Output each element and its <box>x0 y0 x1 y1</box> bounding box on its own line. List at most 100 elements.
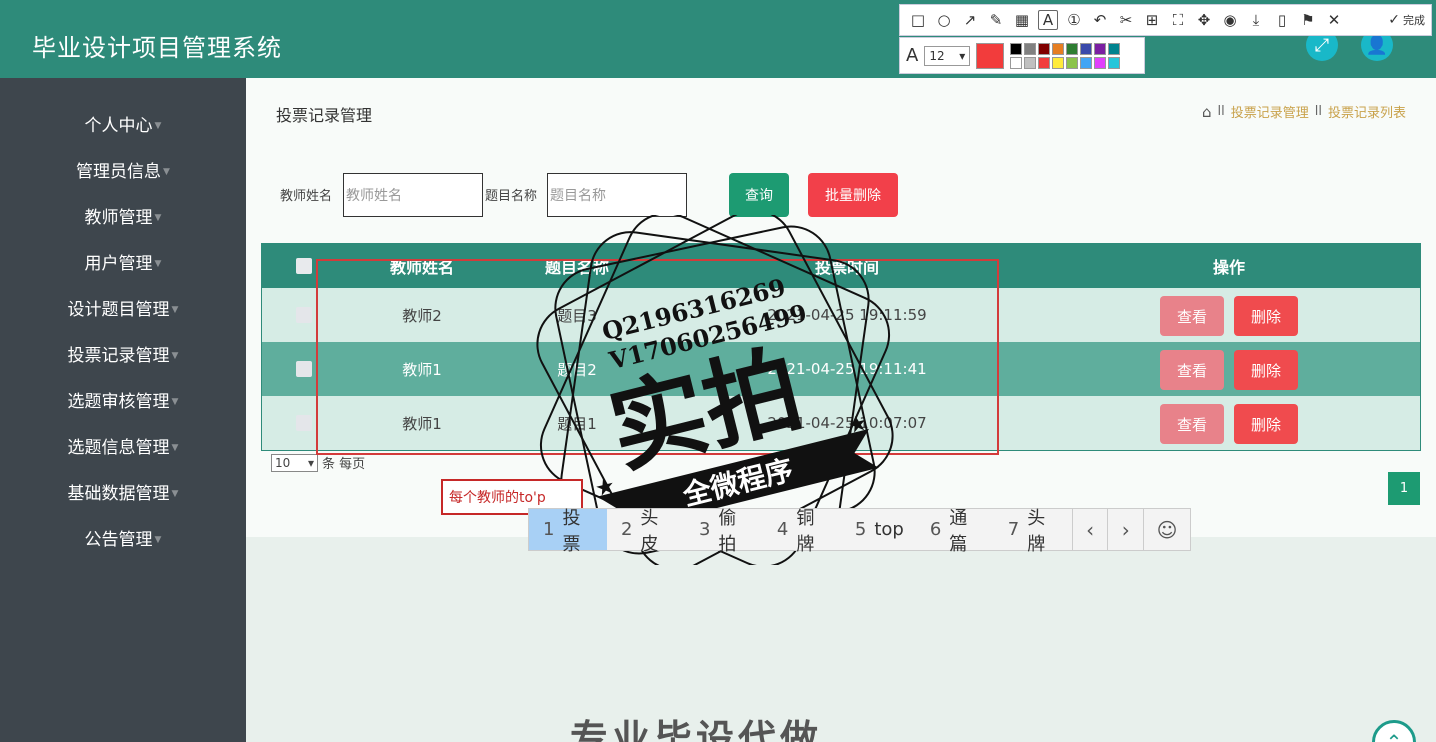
sidebar-item-teacher[interactable]: 教师管理 ▼ <box>0 203 246 228</box>
scan-icon[interactable]: ⛶ <box>1168 11 1188 29</box>
page-title: 投票记录管理 <box>276 106 373 125</box>
sidebar-item-admin-info[interactable]: 管理员信息 ▼ <box>0 157 246 182</box>
select-all-checkbox[interactable] <box>296 258 312 274</box>
topic-name-label: 题目名称 <box>485 189 538 204</box>
ime-candidate-bar: 1 投票 2 头皮 3 偷拍 4 铜牌 5 top 6 通篇 7 头牌 ‹ › ☺ <box>528 508 1191 555</box>
page-size-suffix: 条 每页 <box>322 457 366 472</box>
close-icon[interactable]: ✕ <box>1324 11 1344 29</box>
delete-button[interactable]: 删除 <box>1234 404 1298 444</box>
ime-candidate[interactable]: 5 top <box>841 509 916 550</box>
sidebar-item-user[interactable]: 用户管理 ▼ <box>0 249 246 274</box>
home-icon[interactable]: ⌂ <box>1202 103 1212 121</box>
font-size-select[interactable]: 12 ▾ <box>924 45 971 66</box>
topic-name-input[interactable]: 题目名称 <box>547 173 687 217</box>
page-size-select[interactable]: 10 ▾ <box>271 453 318 472</box>
download-icon[interactable]: ⤓ <box>1246 11 1266 29</box>
color-swatch[interactable] <box>1066 42 1079 55</box>
delete-button[interactable]: 删除 <box>1234 350 1298 390</box>
color-swatch[interactable] <box>1024 56 1037 69</box>
ellipse-tool-icon[interactable]: ○ <box>934 11 954 29</box>
sidebar-item-vote-record[interactable]: 投票记录管理 ▼ <box>0 341 246 366</box>
rectangle-tool-icon[interactable]: □ <box>908 11 928 29</box>
color-swatch[interactable] <box>1052 42 1065 55</box>
annotation-rectangle <box>316 259 999 455</box>
ime-candidate[interactable]: 6 通篇 <box>916 508 994 555</box>
pin-icon[interactable]: ✥ <box>1194 11 1214 29</box>
app-title: 毕业设计项目管理系统 <box>32 34 282 62</box>
check-icon: ✓ <box>1388 12 1400 28</box>
mosaic-tool-icon[interactable]: ▦ <box>1012 11 1032 29</box>
breadcrumb-item[interactable]: 投票记录管理 <box>1231 102 1309 121</box>
query-button[interactable]: 查询 <box>729 173 789 217</box>
view-button[interactable]: 查看 <box>1160 350 1224 390</box>
caret-down-icon: ▼ <box>171 489 179 499</box>
caret-down-icon: ▼ <box>171 305 179 315</box>
chevron-down-icon: ▾ <box>307 455 314 470</box>
color-swatch[interactable] <box>1010 42 1023 55</box>
teacher-name-input[interactable]: 教师姓名 <box>343 173 483 217</box>
ime-prev-icon[interactable]: ‹ <box>1071 509 1108 550</box>
view-button[interactable]: 查看 <box>1160 404 1224 444</box>
font-icon: A <box>906 45 919 66</box>
screenshot-toolbar: □ ○ ↗ ✎ ▦ A ① ↶ ✂ ⊞ ⛶ ✥ ◉ ⤓ ▯ ⚑ ✕ ✓ 完成 <box>899 4 1432 36</box>
sidebar: 个人中心 ▼ 管理员信息 ▼ 教师管理 ▼ 用户管理 ▼ 设计题目管理 ▼ 投票记录管理 ▼… <box>0 78 246 742</box>
page-size-control: 10 ▾ 条 每页 <box>271 453 365 472</box>
color-swatch[interactable] <box>1080 42 1093 55</box>
done-button[interactable]: ✓ 完成 <box>1388 12 1425 28</box>
scissors-icon[interactable]: ✂ <box>1116 11 1136 29</box>
sidebar-item-personal-center[interactable]: 个人中心 ▼ <box>0 111 246 136</box>
color-swatch[interactable] <box>1094 42 1107 55</box>
phone-icon[interactable]: ▯ <box>1272 11 1292 29</box>
row-checkbox[interactable] <box>296 415 312 431</box>
color-swatch[interactable] <box>1024 42 1037 55</box>
record-icon[interactable]: ◉ <box>1220 11 1240 29</box>
caret-down-icon: ▼ <box>171 351 179 361</box>
ime-candidate[interactable]: 1 投票 <box>529 508 607 555</box>
ime-next-icon[interactable]: › <box>1107 509 1143 550</box>
caret-down-icon: ▼ <box>154 213 162 223</box>
color-swatch[interactable] <box>1108 56 1121 69</box>
arrow-tool-icon[interactable]: ↗ <box>960 11 980 29</box>
ime-candidate[interactable]: 3 偷拍 <box>685 508 763 555</box>
sidebar-item-notice[interactable]: 公告管理 ▼ <box>0 525 246 550</box>
caret-down-icon: ▼ <box>171 397 179 407</box>
header-actions: 操作 <box>1212 258 1245 277</box>
ime-candidate[interactable]: 4 铜牌 <box>763 508 841 555</box>
color-swatch[interactable] <box>1108 42 1121 55</box>
view-button[interactable]: 查看 <box>1160 296 1224 336</box>
sidebar-item-base-data[interactable]: 基础数据管理 ▼ <box>0 479 246 504</box>
breadcrumb-item: 投票记录列表 <box>1327 106 1406 121</box>
ime-candidate[interactable]: 7 头牌 <box>994 508 1072 555</box>
screenshot-options: A 12 ▾ <box>899 37 1145 74</box>
caret-down-icon: ▼ <box>171 443 179 453</box>
caret-down-icon: ▼ <box>163 167 170 177</box>
ocr-icon[interactable]: ⊞ <box>1142 11 1162 29</box>
caret-down-icon: ▼ <box>154 535 162 545</box>
teacher-name-label: 教师姓名 <box>280 189 333 204</box>
number-tool-icon[interactable]: ① <box>1064 11 1084 29</box>
sidebar-item-design-topic[interactable]: 设计题目管理 ▼ <box>0 295 246 320</box>
color-swatch[interactable] <box>1080 56 1093 69</box>
color-swatch[interactable] <box>1052 56 1065 69</box>
batch-delete-button[interactable]: 批量删除 <box>808 173 898 217</box>
color-swatch[interactable] <box>1038 56 1051 69</box>
page-number-button[interactable]: 1 <box>1388 472 1420 505</box>
scroll-top-icon[interactable]: ⌃ <box>1372 720 1416 742</box>
pen-tool-icon[interactable]: ✎ <box>986 11 1006 29</box>
ime-candidate[interactable]: 2 头皮 <box>607 508 685 555</box>
delete-button[interactable]: 删除 <box>1234 296 1298 336</box>
sidebar-item-topic-review[interactable]: 选题审核管理 ▼ <box>0 387 246 412</box>
row-checkbox[interactable] <box>296 307 312 323</box>
bookmark-icon[interactable]: ⚑ <box>1298 11 1318 29</box>
current-color-swatch[interactable] <box>976 42 1005 69</box>
undo-icon[interactable]: ↶ <box>1090 11 1110 29</box>
row-checkbox[interactable] <box>296 361 312 377</box>
breadcrumb: ⌂ ll 投票记录管理 ll 投票记录列表 <box>1201 102 1406 122</box>
color-swatch[interactable] <box>1038 42 1051 55</box>
color-swatch[interactable] <box>1010 56 1023 69</box>
text-tool-icon[interactable]: A <box>1038 10 1058 30</box>
sidebar-item-topic-info[interactable]: 选题信息管理 ▼ <box>0 433 246 458</box>
ime-emoji-icon[interactable]: ☺ <box>1143 509 1190 550</box>
color-swatch[interactable] <box>1094 56 1107 69</box>
color-swatch[interactable] <box>1066 56 1079 69</box>
